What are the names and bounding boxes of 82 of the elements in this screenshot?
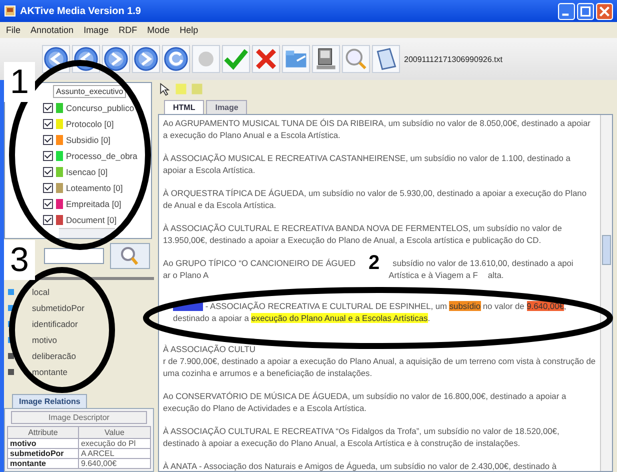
checkbox[interactable] bbox=[43, 135, 53, 145]
text-fragment: r de 7.900,00€, destinado a apoiar a execução do Plano Anual, a aquisição de um terreno com vista à construção de uma cozinha e arrumos e a beneficiação de instalações. bbox=[163, 355, 596, 379]
category-dropdown[interactable]: Assunto_executivo bbox=[53, 85, 126, 98]
checkbox[interactable] bbox=[43, 103, 53, 113]
pointer-icon[interactable] bbox=[158, 82, 172, 96]
table-cell: A ARCEL bbox=[78, 448, 150, 458]
text-fragment: ar o Plano A bbox=[163, 269, 209, 281]
forward-arrow-icon[interactable] bbox=[102, 45, 130, 73]
tree-item[interactable]: Protocolo [0] bbox=[66, 119, 114, 129]
table-cell: submetidoPor bbox=[8, 448, 78, 458]
tree-item[interactable]: Processo_de_obra bbox=[66, 151, 138, 161]
attribute-item[interactable]: identificador bbox=[32, 319, 78, 329]
paragraph: À ASSOCIAÇÃO CULTURAL E RECREATIVA BANDA NOVA DE FERMENTELOS, um subsídio no valor de 13.950,00€, destinado a apoiar a Execução do Plano de Anual, a Escola artística e publicação do CD. bbox=[163, 222, 563, 246]
vertical-scrollbar[interactable] bbox=[600, 115, 612, 471]
paragraph: À ORQUESTRA TÍPICA DE ÁGUEDA, um subsídio no valor de 5.930,00, destinado a apoiar a execução do Plano de Anual e da Escola Artística. bbox=[163, 187, 588, 211]
image-relations-tab[interactable]: Image Relations bbox=[12, 394, 88, 408]
attribute-item[interactable]: deliberacão bbox=[32, 351, 76, 361]
text-fragment: À ASSOCIAÇÃO CULTU bbox=[163, 343, 256, 355]
menu-item[interactable]: Image bbox=[84, 25, 109, 35]
column-header: Value bbox=[78, 426, 150, 438]
paragraph: À ASSOCIAÇÃO CULTURAL E RECREATIVA “Os Fidalgos da Trofa”, um subsídio no valor de 18.520,00€, destinado à apoiar a execução do Plano Anual, a Escola Artística e à construção de instalações. bbox=[163, 425, 560, 449]
column-header: Attribute bbox=[8, 426, 78, 438]
table-cell: motivo bbox=[8, 438, 78, 448]
attribute-item[interactable]: local bbox=[32, 287, 50, 297]
paragraph: Ao CONSERVATÓRIO DE MÚSICA DE ÁGUEDA, um subsídio no valor de 16.800,00€, destinado a apoiar a execução do Plano de Actividades e a Escola Artística. bbox=[163, 390, 568, 414]
checkbox[interactable] bbox=[43, 183, 53, 193]
paragraph-text: . bbox=[428, 313, 430, 323]
forward-arrow-icon[interactable] bbox=[132, 45, 160, 73]
attribute-item[interactable]: motivo bbox=[32, 335, 58, 345]
attribute-item[interactable]: montante bbox=[32, 367, 68, 377]
checkbox[interactable] bbox=[43, 119, 53, 129]
maximize-icon[interactable] bbox=[577, 2, 594, 20]
paragraph-text: , bbox=[564, 301, 566, 311]
tree-item[interactable]: Loteamento [0] bbox=[66, 183, 123, 193]
menu-item[interactable]: Help bbox=[180, 25, 198, 35]
text-fragment: Ao GRUPO TÍPICO “O CANCIONEIRO DE ÁGUED bbox=[163, 257, 356, 269]
paragraph: Ao AGRUPAMENTO MUSICAL TUNA DE ÓIS DA RIBEIRA, um subsídio no valor de 8.050,00€, destinado a apoiar a execução do Plano Anual e a Escola Artística. bbox=[163, 117, 592, 141]
callout-number: 3 bbox=[4, 240, 35, 280]
checkbox[interactable] bbox=[43, 199, 53, 209]
tab[interactable]: HTML bbox=[164, 100, 204, 114]
refresh-icon[interactable] bbox=[162, 45, 190, 73]
image-descriptor-button[interactable]: Image Descriptor bbox=[11, 411, 147, 424]
checkbox[interactable] bbox=[43, 167, 53, 177]
computer-icon[interactable] bbox=[312, 45, 340, 73]
app-icon bbox=[4, 5, 16, 17]
text-fragment: alta. bbox=[488, 269, 504, 281]
paragraph: À ASSOCIAÇÃO MUSICAL E RECREATIVA CASTANHEIRENSE, um subsídio no valor de 1.100, destinado a apoiar a Escola Artística. bbox=[163, 152, 572, 176]
table-cell: 9.640,00€ bbox=[78, 458, 150, 468]
menu-item[interactable]: RDF bbox=[118, 25, 138, 35]
window-title: AKTive Media Version 1.9 bbox=[20, 6, 142, 16]
attribute-item[interactable]: submetidoPor bbox=[32, 303, 84, 313]
highlighted-text[interactable]: subsídio bbox=[449, 301, 481, 311]
tree-item[interactable]: Isencao [0] bbox=[66, 167, 108, 177]
callout-number: 1 bbox=[4, 62, 35, 102]
close-icon[interactable] bbox=[596, 2, 613, 20]
horizontal-scrollbar[interactable] bbox=[59, 228, 115, 238]
paragraph-text: destinado a apoiar a bbox=[173, 313, 250, 323]
search-field[interactable] bbox=[44, 248, 104, 264]
menu-item[interactable]: File bbox=[6, 25, 21, 35]
tree-item[interactable]: Document [0] bbox=[66, 215, 117, 225]
text-fragment: subsídio no valor de 13.610,00, destinado a apoi bbox=[392, 257, 574, 269]
tree-item[interactable]: Empreitada [0] bbox=[66, 199, 122, 209]
text-fragment: Artística e à Viagem a F bbox=[388, 269, 478, 281]
file-name: 20091112171306990926.txt bbox=[404, 54, 502, 64]
highlighted-text[interactable]: execução do Plano Anual e a Escolas Artísticas bbox=[251, 313, 428, 323]
check-icon[interactable] bbox=[222, 45, 250, 73]
checkbox[interactable] bbox=[43, 215, 53, 225]
minimize-icon[interactable] bbox=[558, 2, 575, 20]
tree-item[interactable]: Subsidio [0] bbox=[66, 135, 110, 145]
checkbox[interactable] bbox=[43, 151, 53, 161]
paragraph: À ANATA - Associação dos Naturais e Amigos de Águeda, um subsídio no valor de 2.430,00€, destinado à bbox=[163, 460, 558, 471]
tab[interactable]: Image bbox=[206, 100, 248, 114]
paragraph-text: - ASSOCIAÇÃO RECREATIVA E CULTURAL DE ESPINHEL, um bbox=[204, 301, 448, 311]
table-cell: execução do Pl bbox=[78, 438, 150, 448]
search-icon[interactable] bbox=[110, 243, 150, 269]
menu-item[interactable]: Annotation bbox=[30, 25, 74, 35]
cross-icon[interactable] bbox=[252, 45, 280, 73]
table-cell: montante bbox=[8, 458, 78, 468]
tree-item[interactable]: Concurso_publico bbox=[66, 103, 134, 113]
menu-item[interactable]: Mode bbox=[147, 25, 170, 35]
document-icon[interactable] bbox=[372, 45, 400, 73]
paragraph-text: no valor de bbox=[482, 301, 526, 311]
